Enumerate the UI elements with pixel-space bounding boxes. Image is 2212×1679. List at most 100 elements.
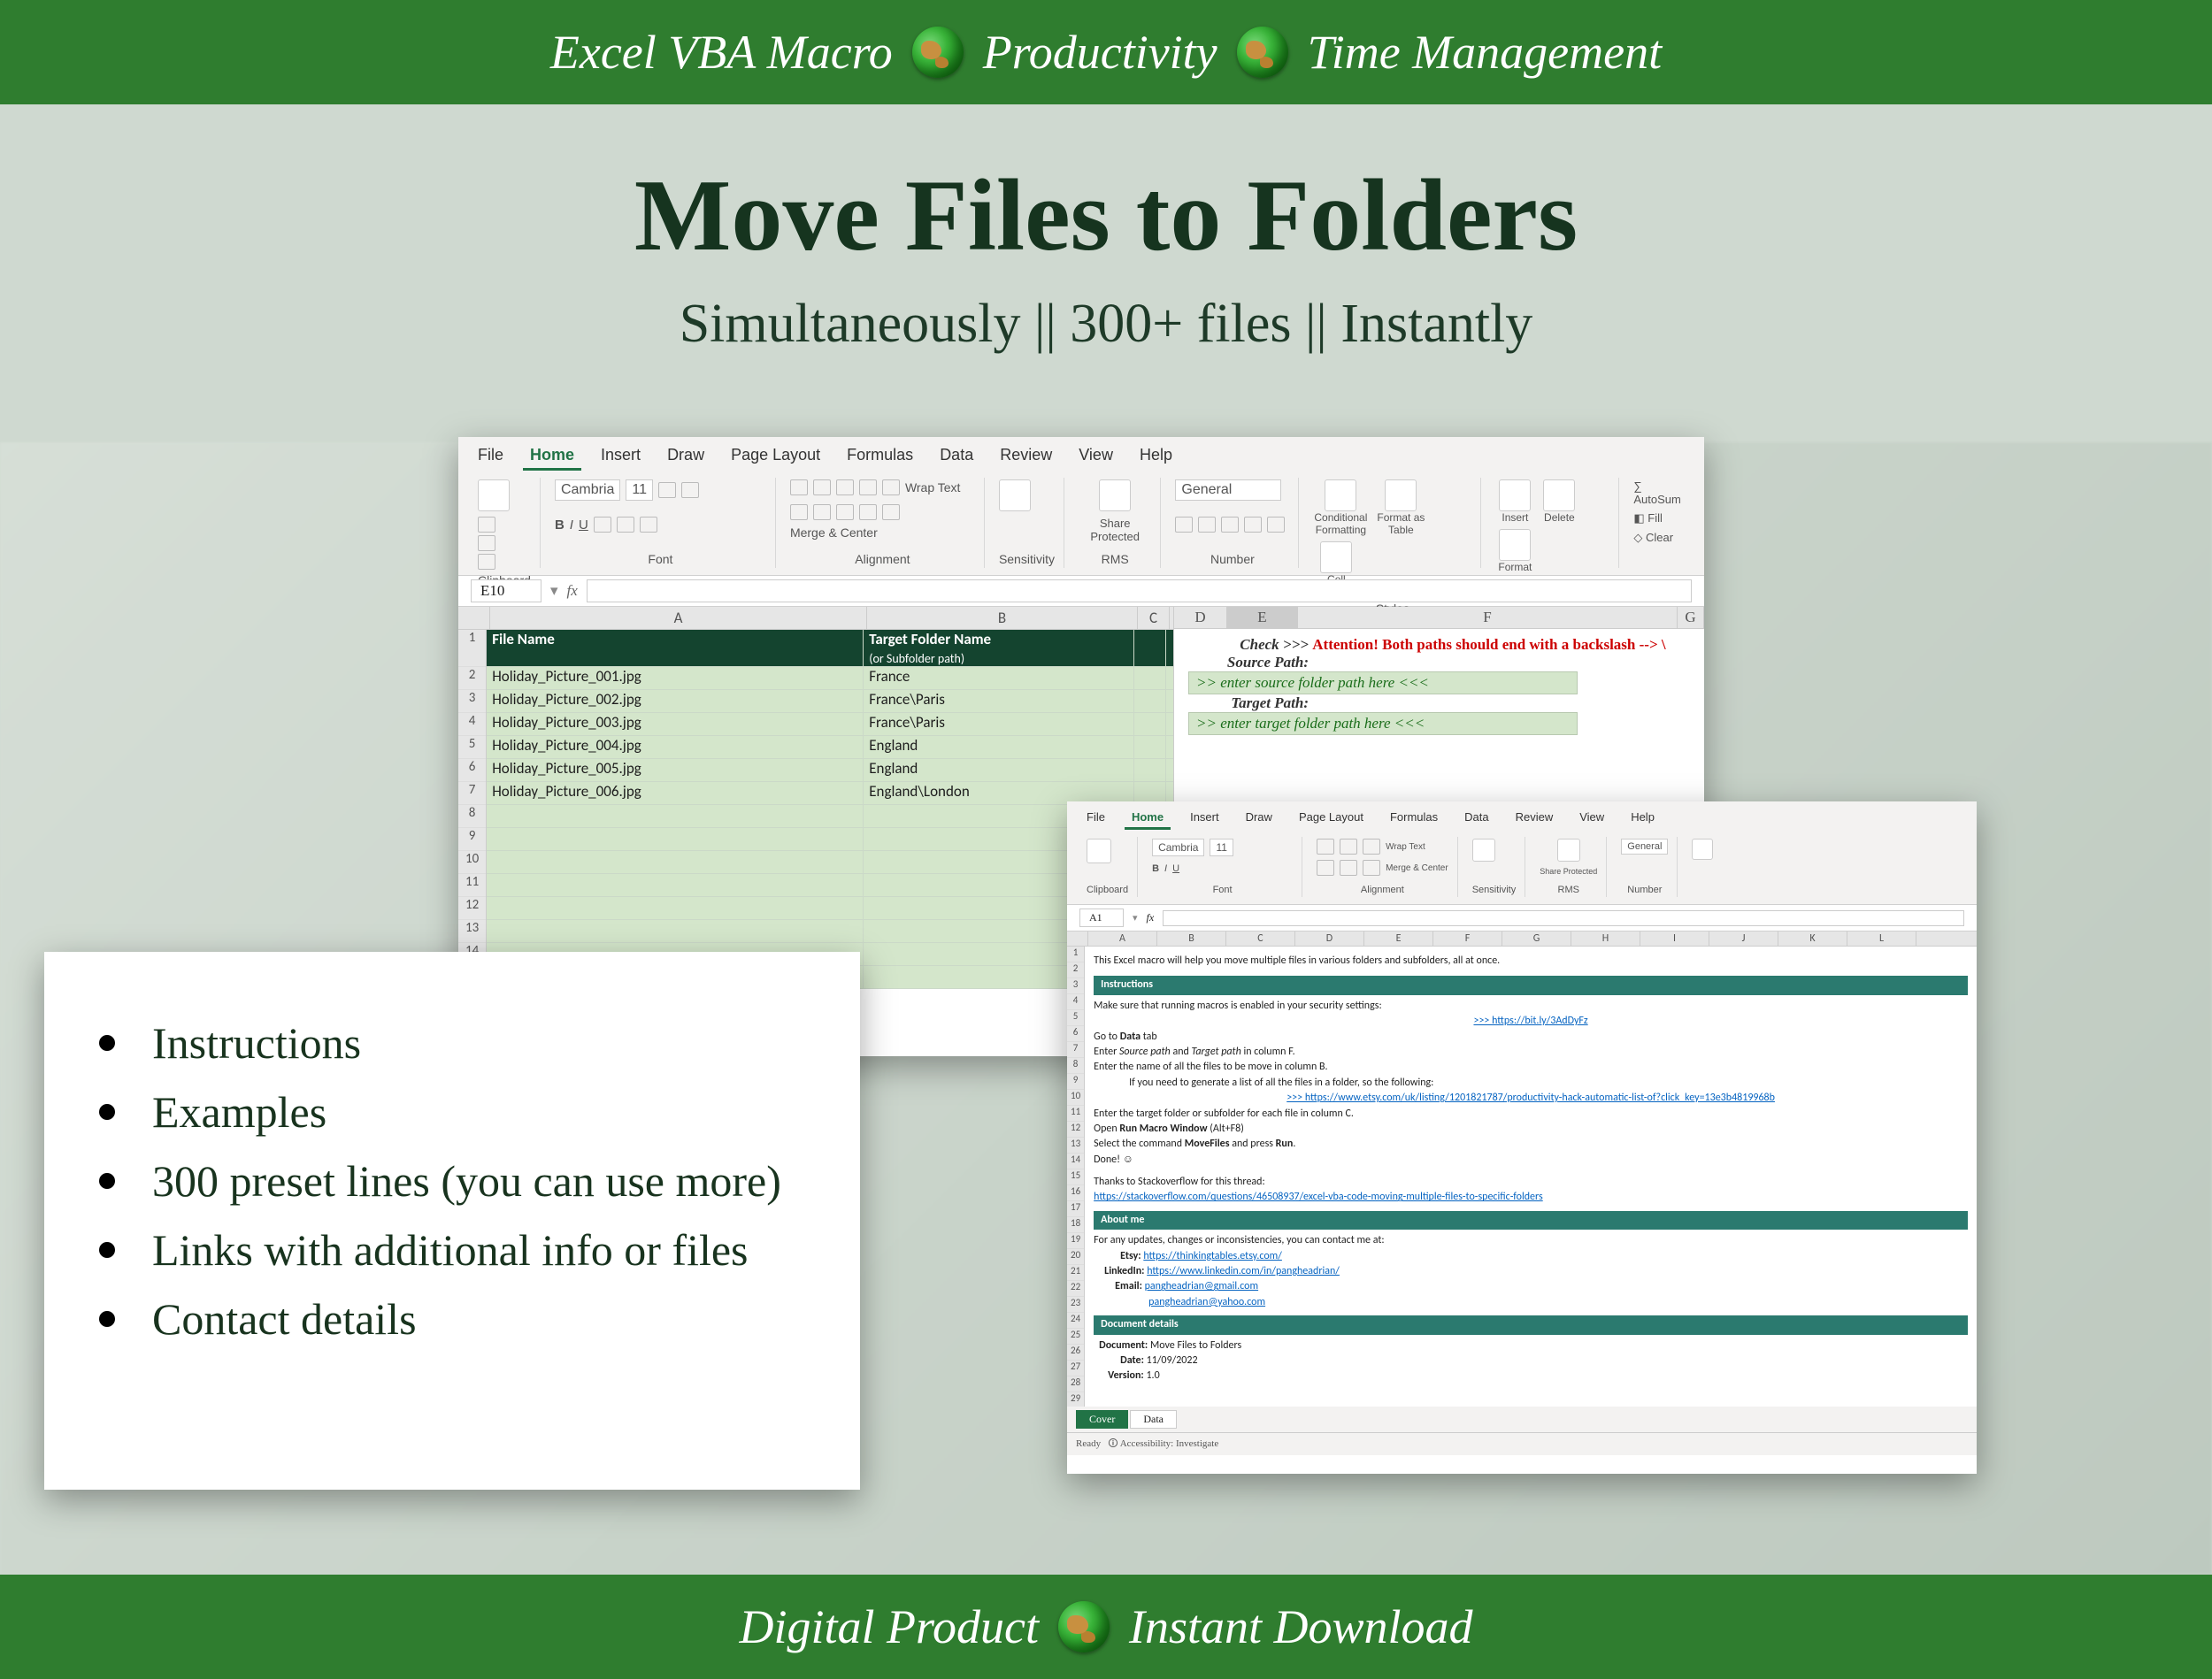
bold-button[interactable]: B [555,518,565,533]
decimal-icon[interactable] [1244,517,1262,533]
col-e[interactable]: E [1227,607,1298,628]
tab-view[interactable]: View [1572,807,1611,830]
align-icon[interactable] [1340,839,1357,855]
tab-help[interactable]: Help [1624,807,1662,830]
fill-button[interactable]: ◧ Fill [1633,511,1663,525]
paste-icon[interactable] [1087,839,1111,863]
tab-home[interactable]: Home [523,442,581,471]
font-size[interactable]: 11 [626,479,653,501]
tab-view[interactable]: View [1071,442,1120,471]
link-etsy-listing[interactable]: >>> https://www.etsy.com/uk/listing/1201… [1286,1092,1775,1104]
indent-icon[interactable] [859,479,877,495]
cond-format-icon[interactable] [1692,839,1713,860]
tab-file[interactable]: File [471,442,511,471]
align-icon[interactable] [1363,860,1380,876]
align-icon[interactable] [836,479,854,495]
link-etsy[interactable]: https://thinkingtables.etsy.com/ [1143,1250,1282,1262]
sensitivity-icon[interactable] [999,479,1031,511]
indent-icon[interactable] [859,504,877,520]
merge-button[interactable]: Merge & Center [790,525,878,540]
share-protected-icon[interactable] [1557,839,1580,862]
tab-pagelayout[interactable]: Page Layout [724,442,827,471]
tab-insert[interactable]: Insert [594,442,648,471]
target-path-field[interactable]: >> enter target folder path here <<< [1188,712,1578,735]
align-icon[interactable] [790,479,808,495]
font-select[interactable]: Cambria [555,479,620,501]
cell-styles-icon[interactable] [1320,541,1352,573]
format-icon[interactable] [1499,529,1531,561]
tab-formulas[interactable]: Formulas [840,442,920,471]
italic-button[interactable]: I [570,518,573,533]
copy-icon[interactable] [478,535,495,551]
tab-home[interactable]: Home [1125,807,1171,830]
insert-icon[interactable] [1499,479,1531,511]
align-icon[interactable] [813,479,831,495]
align-icon[interactable] [1317,839,1334,855]
bold-button[interactable]: B [1152,863,1159,874]
underline-button[interactable]: U [579,518,588,533]
tab-data[interactable]: Data [933,442,980,471]
tab-review[interactable]: Review [1509,807,1561,830]
align-icon[interactable] [1317,860,1334,876]
link-email-2[interactable]: pangheadrian@yahoo.com [1148,1296,1265,1308]
align-icon[interactable] [813,504,831,520]
col-b[interactable]: B [867,607,1138,629]
sheet-tab-data[interactable]: Data [1130,1410,1177,1429]
name-box[interactable]: E10 [471,579,541,602]
clear-button[interactable]: ◇ Clear [1633,531,1673,545]
currency-icon[interactable] [1175,517,1193,533]
autosum-button[interactable]: ∑ AutoSum [1633,479,1685,506]
col-f[interactable]: F [1298,607,1678,628]
fill-color-icon[interactable] [617,517,634,533]
col-g[interactable]: G [1678,607,1704,628]
cond-format-icon[interactable] [1325,479,1356,511]
delete-icon[interactable] [1543,479,1575,511]
formula-input[interactable] [1163,910,1964,926]
border-icon[interactable] [594,517,611,533]
tab-file[interactable]: File [1079,807,1112,830]
percent-icon[interactable] [1198,517,1216,533]
col-c[interactable]: C [1138,607,1170,629]
link-email[interactable]: pangheadrian@gmail.com [1145,1280,1258,1292]
font-select[interactable]: Cambria [1152,839,1204,856]
link-security[interactable]: >>> https://bit.ly/3AdDyFz [1473,1015,1587,1027]
indent-icon[interactable] [882,479,900,495]
tab-data[interactable]: Data [1457,807,1495,830]
tab-draw[interactable]: Draw [1239,807,1279,830]
sheet-tab-cover[interactable]: Cover [1076,1410,1128,1429]
wrap-text-button[interactable]: Wrap Text [1386,842,1425,852]
italic-button[interactable]: I [1164,863,1167,874]
font-color-icon[interactable] [640,517,657,533]
painter-icon[interactable] [478,554,495,570]
tab-pagelayout[interactable]: Page Layout [1292,807,1371,830]
align-icon[interactable] [1363,839,1380,855]
col-a[interactable]: A [490,607,867,629]
number-format[interactable]: General [1175,479,1281,501]
align-icon[interactable] [1340,860,1357,876]
shrink-font-icon[interactable] [681,482,699,498]
paste-icon[interactable] [478,479,510,511]
tab-review[interactable]: Review [993,442,1059,471]
format-table-icon[interactable] [1385,479,1417,511]
sensitivity-icon[interactable] [1472,839,1495,862]
fx-icon[interactable]: fx [1147,911,1155,924]
fx-icon[interactable]: fx [567,582,578,600]
wrap-text-button[interactable]: Wrap Text [905,480,961,494]
link-linkedin[interactable]: https://www.linkedin.com/in/pangheadrian… [1147,1265,1340,1277]
source-path-field[interactable]: >> enter source folder path here <<< [1188,671,1578,694]
tab-help[interactable]: Help [1133,442,1179,471]
font-size[interactable]: 11 [1210,839,1233,856]
number-format[interactable]: General [1621,839,1668,855]
formula-input[interactable] [587,579,1692,602]
link-stackoverflow[interactable]: https://stackoverflow.com/questions/4650… [1094,1191,1543,1203]
col-d[interactable]: D [1174,607,1227,628]
indent-icon[interactable] [882,504,900,520]
comma-icon[interactable] [1221,517,1239,533]
cut-icon[interactable] [478,517,495,533]
decimal-icon[interactable] [1267,517,1285,533]
align-icon[interactable] [836,504,854,520]
share-protected-icon[interactable] [1099,479,1131,511]
tab-insert[interactable]: Insert [1183,807,1226,830]
name-box[interactable]: A1 [1079,908,1124,927]
tab-draw[interactable]: Draw [660,442,711,471]
